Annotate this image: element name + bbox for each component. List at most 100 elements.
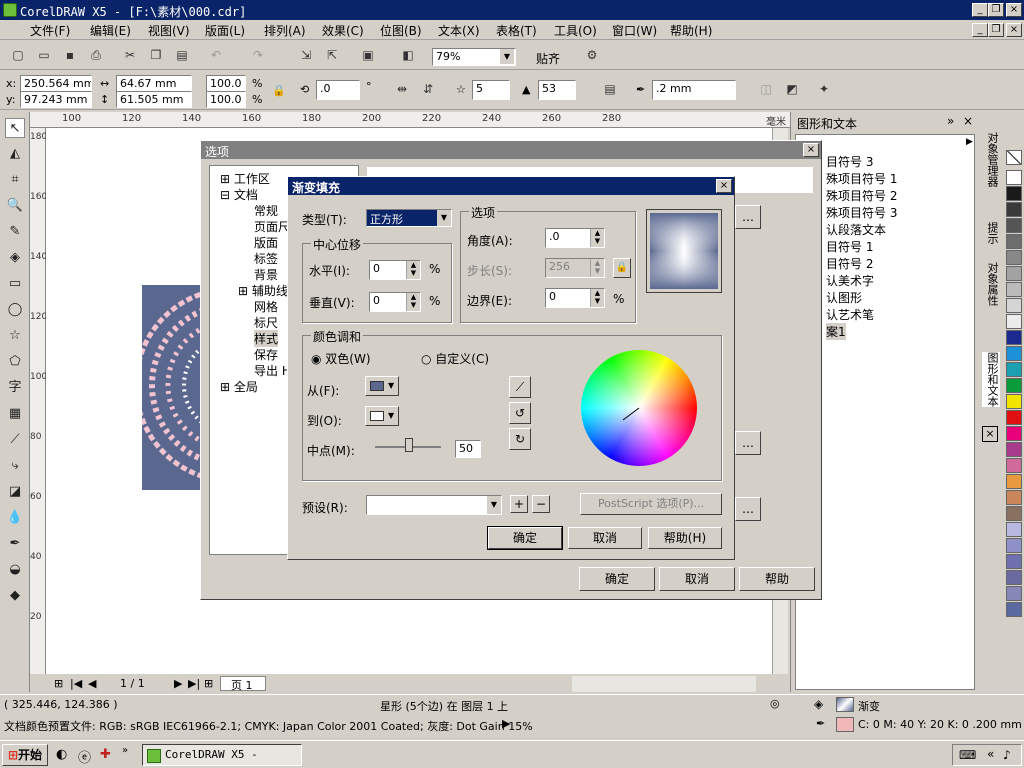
import-icon[interactable]: ⇲ (296, 46, 316, 66)
menu-arrange[interactable]: 排列(A) (264, 22, 306, 39)
direct-blend-icon[interactable]: ⟋ (509, 376, 531, 398)
list-item[interactable]: 认段落文本 (826, 221, 886, 238)
menu-layout[interactable]: 版面(L) (205, 22, 245, 39)
steps-field[interactable]: 256 ▲ ▼ (545, 258, 605, 278)
options-ok-button[interactable]: 确定 (579, 567, 655, 591)
new-document-icon[interactable]: ▢ (8, 46, 28, 66)
tree-item[interactable]: 保存 (254, 346, 278, 363)
interactive-fill-icon[interactable]: ◆ (5, 586, 25, 606)
horizontal-scrollbar[interactable] (572, 676, 756, 692)
menu-tools[interactable]: 工具(O) (554, 22, 597, 39)
palette-swatch[interactable] (1006, 602, 1022, 617)
midpoint-field[interactable]: 50 (455, 440, 481, 458)
copy-icon[interactable]: ❐ (146, 46, 166, 66)
tree-item-guidelines[interactable]: ⊞ 辅助线 (238, 282, 288, 299)
options-icon[interactable]: ⚙ (582, 46, 602, 66)
tray-expand-icon[interactable]: « (987, 747, 994, 761)
color-profile-info[interactable]: 文档颜色预置文件: RGB: sRGB IEC61966-2.1; CMYK: … (4, 718, 533, 734)
rotation-field[interactable]: .0 (316, 80, 360, 100)
tool-icon[interactable]: ✚ (100, 747, 111, 762)
palette-swatch[interactable] (1006, 378, 1022, 393)
palette-swatch[interactable] (1006, 298, 1022, 313)
midpoint-slider-thumb[interactable] (405, 438, 413, 452)
options-close-button[interactable]: × (803, 143, 819, 157)
list-item[interactable]: 殊项目符号 3 (826, 204, 897, 221)
outline-width-field[interactable]: .2 mm (652, 80, 736, 100)
palette-swatch[interactable] (1006, 282, 1022, 297)
fountain-ok-button[interactable]: 确定 (487, 526, 563, 550)
palette-swatch[interactable] (1006, 218, 1022, 233)
tree-item-document[interactable]: ⊟ 文档 (220, 186, 258, 203)
volume-icon[interactable]: ♪ (1003, 748, 1011, 762)
custom-radio[interactable]: ○ 自定义(C) (421, 350, 489, 367)
palette-swatch[interactable] (1006, 426, 1022, 441)
palette-swatch[interactable] (1006, 458, 1022, 473)
basic-shapes-icon[interactable]: ⬠ (5, 352, 25, 372)
to-front-icon[interactable]: ◫ (756, 80, 776, 100)
dimension-tool-icon[interactable]: ⟋ (5, 430, 25, 450)
palette-swatch[interactable] (1006, 474, 1022, 489)
chevron-down-icon[interactable]: ▼ (437, 210, 451, 226)
ellipse-tool-icon[interactable]: ◯ (5, 300, 25, 320)
close-button[interactable]: × (1006, 3, 1022, 17)
close-icon[interactable]: × (982, 426, 998, 442)
menu-file[interactable]: 文件(F) (30, 22, 70, 39)
horizontal-field[interactable]: 0 ▲ ▼ (369, 260, 421, 280)
chevron-down-icon[interactable]: ▼ (487, 496, 501, 514)
palette-swatch[interactable] (1006, 538, 1022, 553)
vertical-field[interactable]: 0 ▲ ▼ (369, 292, 421, 312)
add-page-after-icon[interactable]: ⊞ (204, 677, 213, 690)
menu-view[interactable]: 视图(V) (148, 22, 190, 39)
tree-item[interactable]: 常规 (254, 202, 278, 219)
eyedropper-tool-icon[interactable]: 💧 (5, 508, 25, 528)
lock-ratio-icon[interactable]: 🔒 (272, 84, 286, 97)
app-icon[interactable] (3, 3, 17, 17)
undo-icon[interactable]: ↶ (206, 46, 226, 66)
welcome-screen-icon[interactable]: ◧ (398, 46, 418, 66)
browser-icon[interactable]: ◐ (56, 747, 67, 762)
postscript-options-button[interactable]: PostScript 选项(P)... (580, 493, 722, 515)
x-position-field[interactable]: 250.564 mm (20, 75, 92, 92)
palette-swatch[interactable] (1006, 442, 1022, 457)
tab-object-properties[interactable]: 对象属性 (982, 262, 1000, 306)
outline-tool-icon[interactable]: ✒ (5, 534, 25, 554)
next-page-icon[interactable]: ▶ (174, 677, 182, 690)
to-back-icon[interactable]: ◩ (782, 80, 802, 100)
tree-item[interactable]: 标签 (254, 250, 278, 267)
gradient-preview[interactable] (646, 209, 722, 293)
rectangle-tool-icon[interactable]: ▭ (5, 274, 25, 294)
options-browse-button-3[interactable]: … (735, 497, 761, 521)
open-icon[interactable]: ▭ (34, 46, 54, 66)
angle-field[interactable]: .0 ▲ ▼ (545, 228, 605, 248)
sharpness-field[interactable]: 53 (538, 80, 576, 100)
two-color-radio[interactable]: ◉ 双色(W) (311, 350, 371, 367)
tab-graphics-and-text[interactable]: 图形和文本 (982, 352, 1000, 407)
save-icon[interactable]: ▪ (60, 46, 80, 66)
ie-icon[interactable]: ⓔ (78, 747, 91, 766)
last-page-icon[interactable]: ▶| (188, 677, 200, 690)
menu-bitmaps[interactable]: 位图(B) (380, 22, 422, 39)
shape-tool-icon[interactable]: ◭ (5, 144, 25, 164)
palette-swatch[interactable] (1006, 554, 1022, 569)
menu-table[interactable]: 表格(T) (496, 22, 537, 39)
print-icon[interactable]: ⎙ (86, 46, 106, 66)
points-field[interactable]: 5 (472, 80, 510, 100)
export-icon[interactable]: ⇱ (322, 46, 342, 66)
table-tool-icon[interactable]: ▦ (5, 404, 25, 424)
tree-item-workspace[interactable]: ⊞ 工作区 (220, 170, 270, 187)
connector-tool-icon[interactable]: ⤷ (5, 456, 25, 476)
fountain-help-button[interactable]: 帮助(H) (648, 527, 722, 549)
pick-tool-icon[interactable]: ↖ (5, 118, 25, 138)
palette-swatch[interactable] (1006, 330, 1022, 345)
convert-to-curves-icon[interactable]: ✦ (814, 80, 834, 100)
palette-swatch[interactable] (1006, 266, 1022, 281)
options-browse-button-2[interactable]: … (735, 431, 761, 455)
height-field[interactable]: 61.505 mm (116, 91, 192, 108)
palette-swatch[interactable] (1006, 170, 1022, 185)
counterclockwise-blend-icon[interactable]: ↺ (509, 402, 531, 424)
quick-launch-chevron-icon[interactable]: » (122, 745, 128, 756)
palette-swatch[interactable] (1006, 570, 1022, 585)
tree-item[interactable]: 背景 (254, 266, 278, 283)
outline-swatch[interactable] (836, 717, 854, 732)
remove-preset-icon[interactable]: − (532, 495, 550, 513)
